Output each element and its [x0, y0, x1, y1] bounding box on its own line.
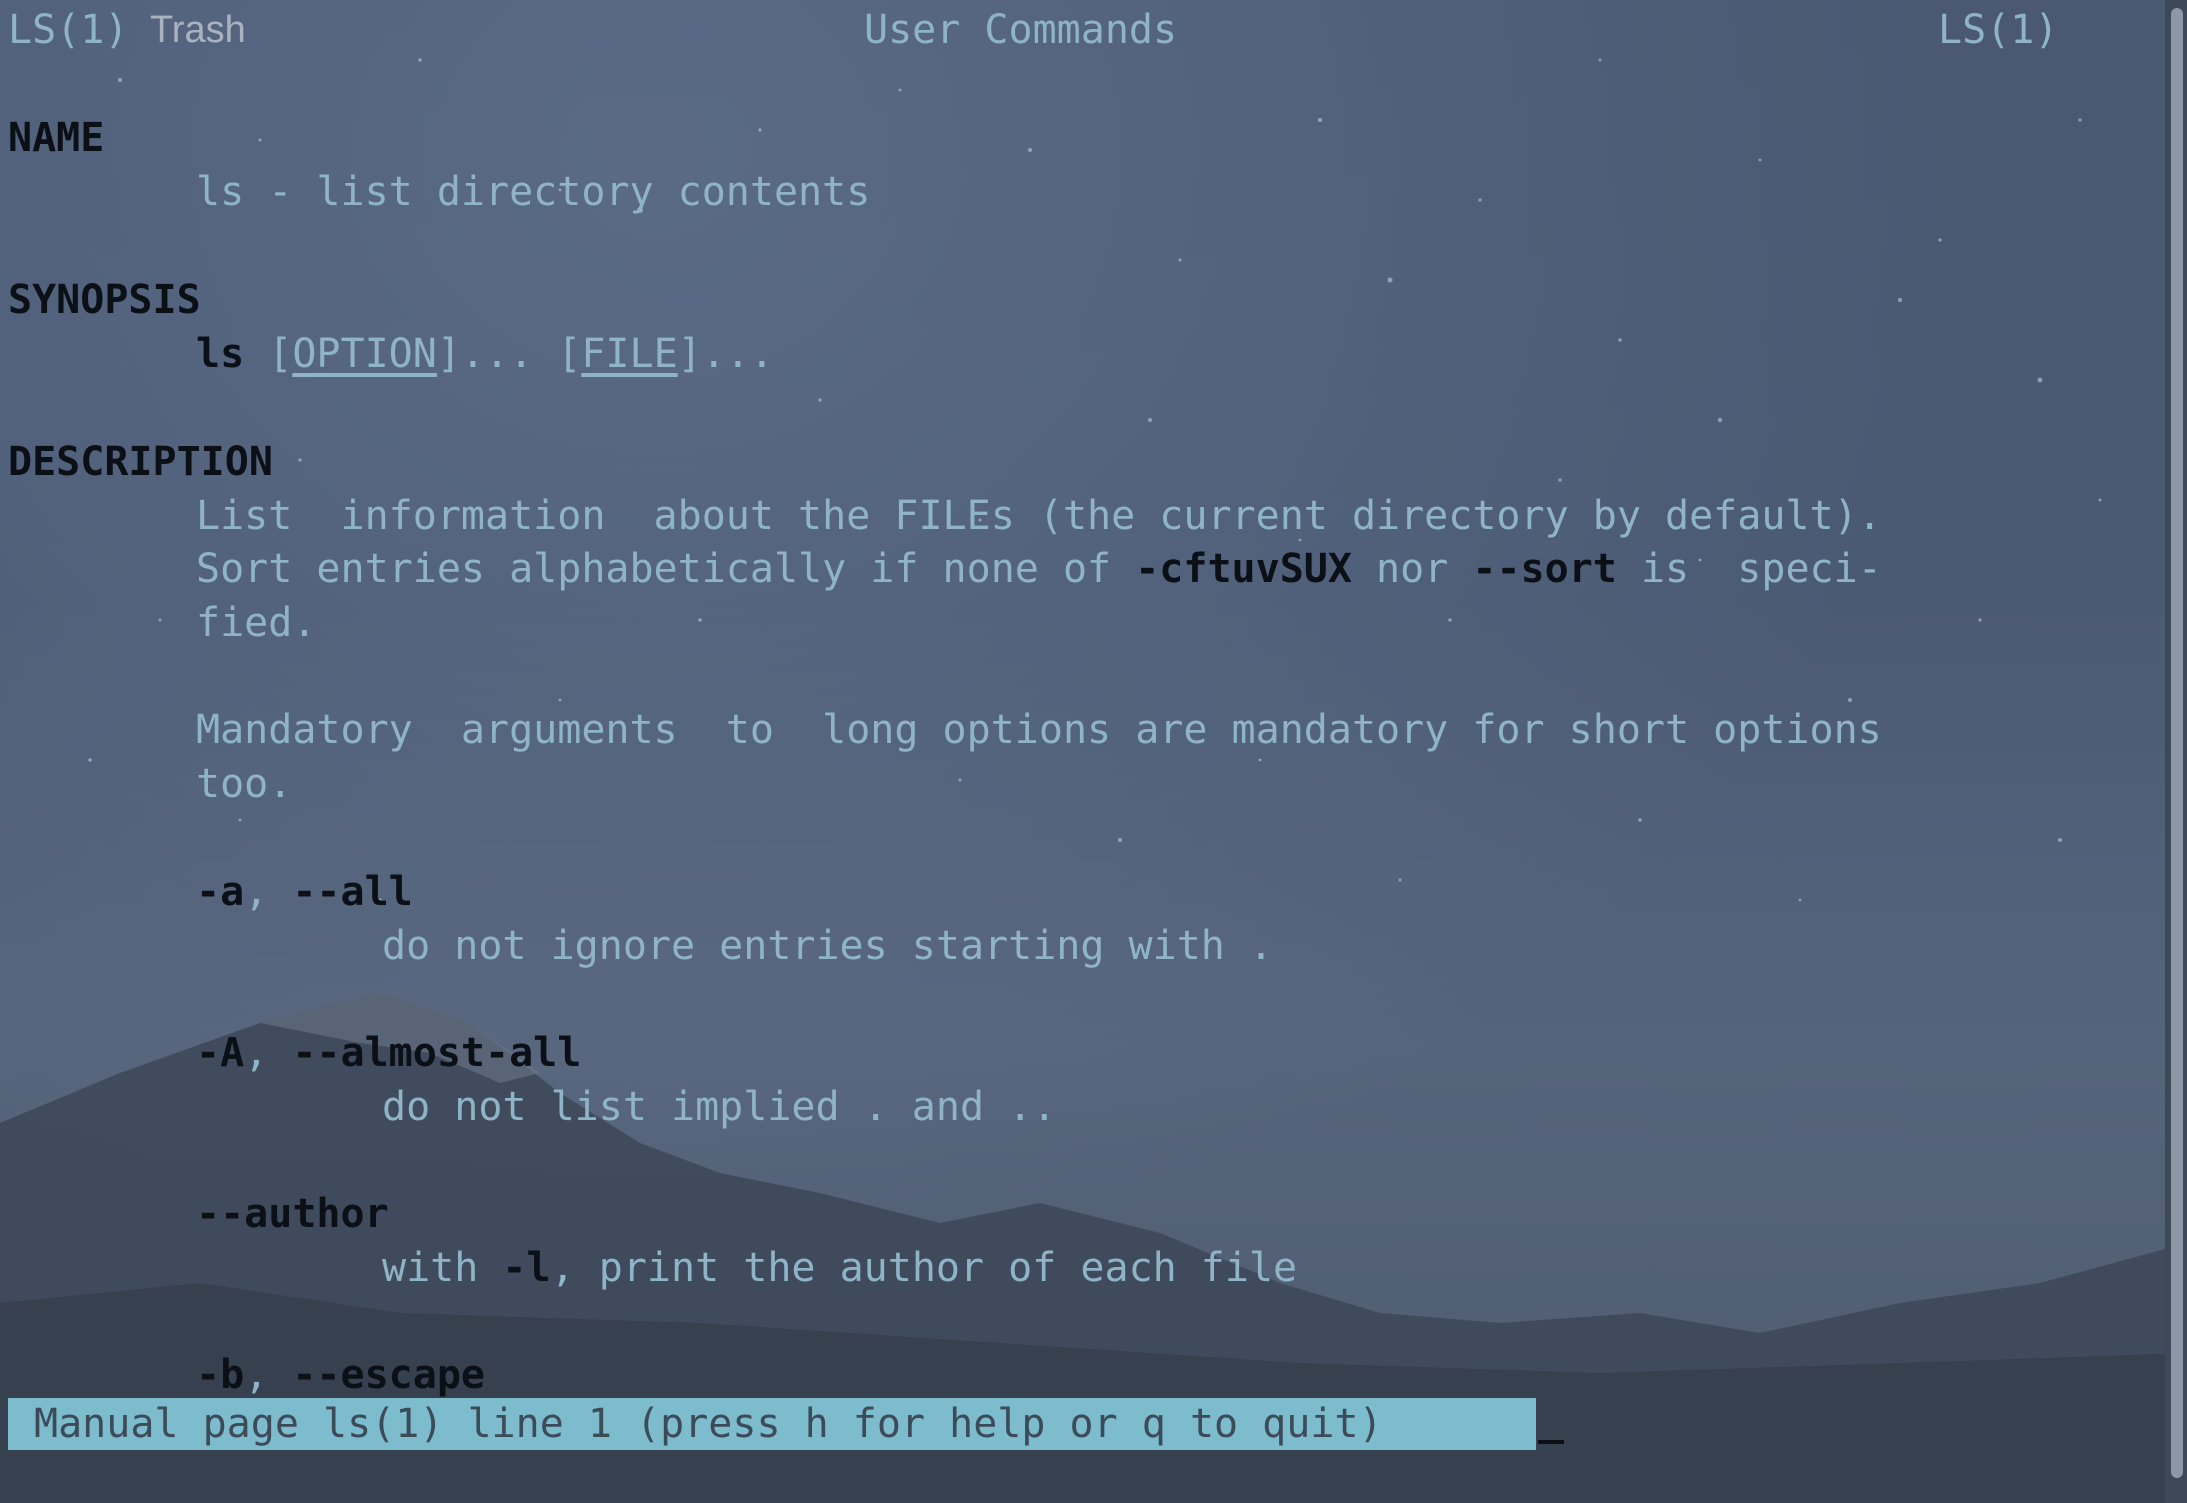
option-all-desc: do not ignore entries starting with . — [382, 923, 1274, 969]
terminal-scrollbar[interactable] — [2165, 0, 2187, 1503]
section-heading-name: NAME — [8, 115, 105, 161]
name-description: ls - list directory contents — [196, 169, 871, 215]
header-right: LS(1) — [1938, 7, 2059, 53]
terminal-man-page: LS(1) Trash User Commands LS(1) NAME ls … — [0, 0, 2150, 1503]
header-left: LS(1) — [8, 7, 129, 53]
pager-status-bar: Manual page ls(1) line 1 (press h for he… — [8, 1398, 1536, 1450]
option-author-desc: with -l, print the author of each file — [382, 1242, 1297, 1296]
option-author: --author — [196, 1191, 389, 1237]
option-short: -A — [196, 1030, 245, 1076]
option-almost-all: -A, --almost-all — [196, 1030, 582, 1076]
option-short: -a — [196, 869, 245, 915]
section-heading-description: DESCRIPTION — [8, 439, 273, 485]
synopsis-line: ls [OPTION]... [FILE]... — [196, 331, 774, 377]
description-text: Sort entries alphabetically if none of — [196, 546, 1136, 592]
option-long: --all — [292, 869, 413, 915]
description-line-5: too. — [196, 761, 293, 807]
scrollbar-thumb[interactable] — [2171, 8, 2183, 1478]
section-heading-synopsis: SYNOPSIS — [8, 277, 201, 323]
flag-cftuvsux: -cftuvSUX — [1135, 546, 1352, 592]
flag-l: -l — [502, 1245, 551, 1291]
synopsis-option: OPTION — [292, 331, 437, 377]
description-text: with — [382, 1245, 503, 1291]
synopsis-file: FILE — [581, 331, 678, 377]
option-all: -a, --all — [196, 869, 413, 915]
description-text: nor — [1351, 546, 1473, 592]
option-escape: -b, --escape — [196, 1352, 485, 1398]
description-line-2: Sort entries alphabetically if none of -… — [196, 543, 1882, 597]
description-line-3: fied. — [196, 600, 317, 646]
synopsis-command: ls — [196, 331, 245, 377]
description-line-1: List information about the FILEs (the cu… — [196, 493, 1882, 539]
description-text: is speci‐ — [1616, 546, 1882, 592]
trash-desktop-label: Trash — [150, 9, 246, 51]
option-long: --escape — [292, 1352, 485, 1398]
header-center: User Commands — [864, 7, 1178, 53]
description-text: , print the author of each file — [550, 1245, 1298, 1291]
option-short: -b — [196, 1352, 245, 1398]
option-long: --almost-all — [292, 1030, 582, 1076]
text-cursor — [1538, 1440, 1564, 1444]
option-almost-all-desc: do not list implied . and .. — [382, 1084, 1057, 1130]
flag-sort: --sort — [1472, 546, 1617, 592]
description-line-4: Mandatory arguments to long options are … — [196, 707, 1882, 753]
